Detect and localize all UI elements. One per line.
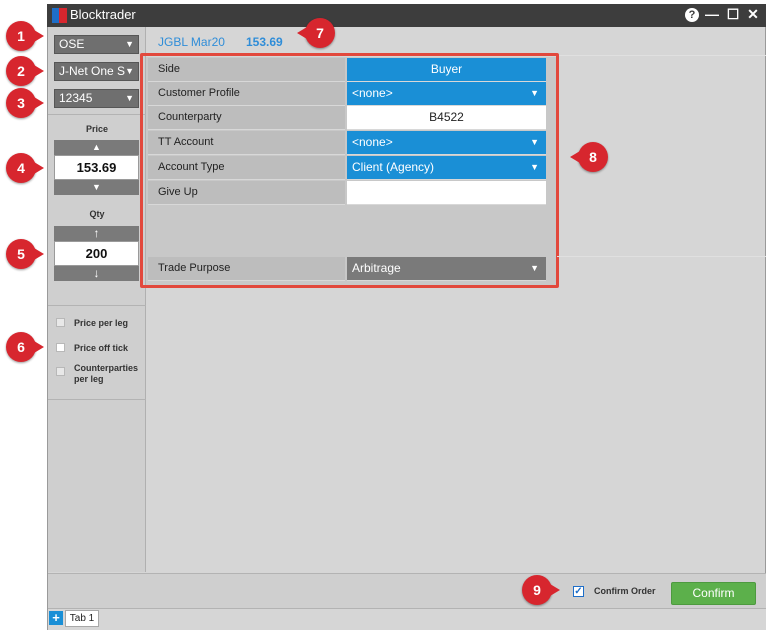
price-per-leg-checkbox[interactable] xyxy=(56,318,65,327)
exchange-dropdown[interactable]: OSE ▼ xyxy=(54,35,139,54)
help-icon[interactable]: ? xyxy=(685,8,699,22)
chevron-down-icon: ▼ xyxy=(125,39,134,49)
price-label: Price xyxy=(85,124,109,134)
counterparties-per-leg-checkbox[interactable] xyxy=(56,367,65,376)
exchange-value: OSE xyxy=(59,37,85,51)
price-off-tick-checkbox[interactable] xyxy=(56,343,65,352)
divider xyxy=(48,114,146,115)
callout-badge: 4 xyxy=(6,153,44,183)
price-input[interactable]: 153.69 xyxy=(54,155,139,180)
qty-label: Qty xyxy=(89,209,105,219)
confirm-order-checkbox[interactable]: ✓ xyxy=(573,586,584,597)
market-value: J-Net One S xyxy=(59,64,126,78)
account-dropdown[interactable]: 12345 ▼ xyxy=(54,89,139,108)
window-title: Blocktrader xyxy=(70,7,136,22)
tab-strip xyxy=(48,608,766,630)
maximize-icon[interactable]: ☐ xyxy=(725,6,741,22)
close-icon[interactable]: ✕ xyxy=(745,6,761,22)
qty-up-button[interactable]: ↑ xyxy=(54,226,139,241)
tab-1[interactable]: Tab 1 xyxy=(65,610,99,627)
callout-badge: 9 xyxy=(522,575,560,605)
instrument-price: 153.69 xyxy=(246,35,283,49)
market-dropdown[interactable]: J-Net One S ▼ xyxy=(54,62,139,81)
divider xyxy=(48,305,146,306)
callout-badge: 1 xyxy=(6,21,44,51)
qty-down-button[interactable]: ↓ xyxy=(54,266,139,281)
price-up-button[interactable]: ▲ xyxy=(54,140,139,155)
chevron-down-icon: ▼ xyxy=(125,66,134,76)
counterparties-per-leg-label: Counterparties per leg xyxy=(74,363,139,384)
price-down-button[interactable]: ▼ xyxy=(54,180,139,195)
divider xyxy=(557,256,766,257)
callout-badge: 8 xyxy=(570,142,608,172)
callout-badge: 3 xyxy=(6,88,44,118)
price-per-leg-label: Price per leg xyxy=(74,318,129,328)
add-tab-icon[interactable]: + xyxy=(49,611,63,625)
qty-input[interactable]: 200 xyxy=(54,241,139,266)
confirm-order-label: Confirm Order xyxy=(594,586,656,596)
left-panel xyxy=(48,27,146,572)
callout-badge: 5 xyxy=(6,239,44,269)
instrument-name: JGBL Mar20 xyxy=(158,35,225,49)
account-value: 12345 xyxy=(59,91,93,105)
app-logo-icon xyxy=(52,8,67,23)
bottom-bar xyxy=(48,573,766,608)
callout-badge: 6 xyxy=(6,332,44,362)
minimize-icon[interactable]: — xyxy=(704,6,720,22)
highlight-frame xyxy=(140,53,559,288)
callout-badge: 2 xyxy=(6,56,44,86)
price-off-tick-label: Price off tick xyxy=(74,343,129,353)
callout-badge: 7 xyxy=(297,18,335,48)
divider xyxy=(48,399,146,400)
chevron-down-icon: ▼ xyxy=(125,93,134,103)
confirm-button[interactable]: Confirm xyxy=(671,582,756,605)
title-bar[interactable] xyxy=(47,4,766,27)
